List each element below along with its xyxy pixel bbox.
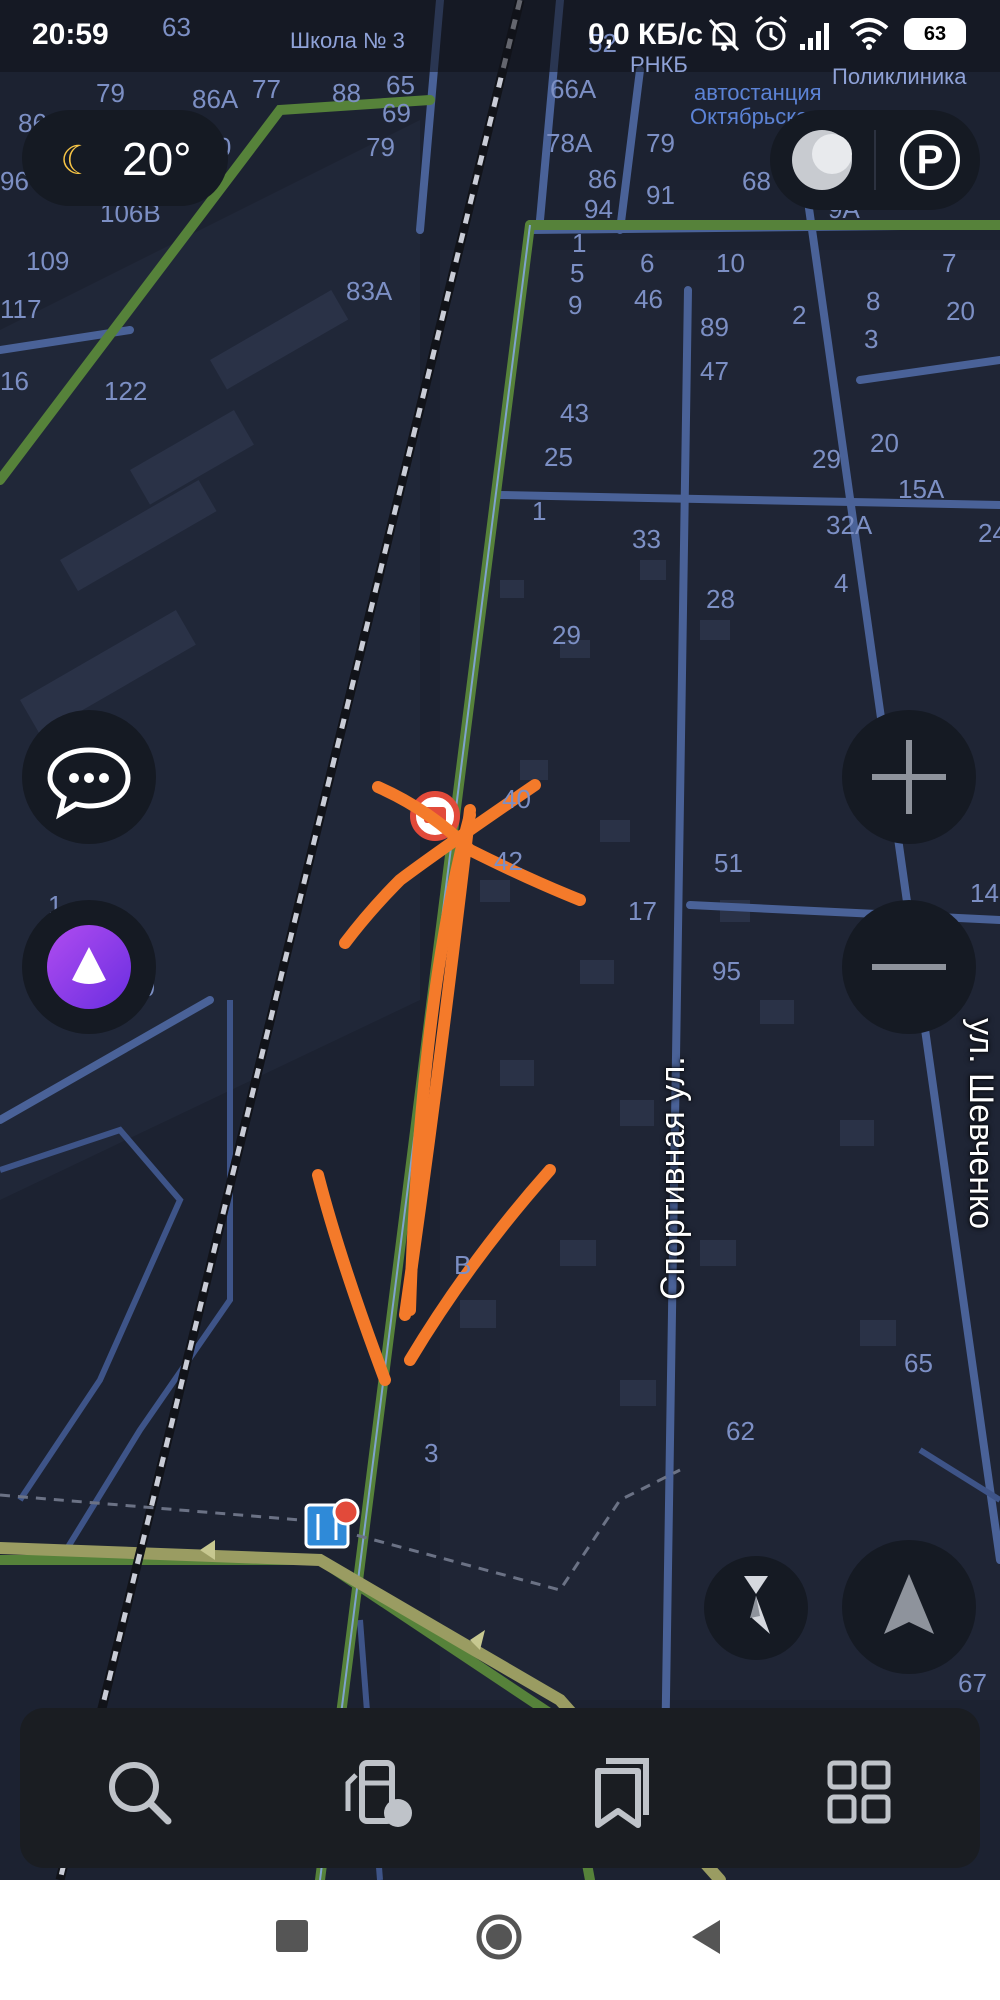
parking-button[interactable]: P [894, 124, 966, 196]
house-number: 79 [96, 78, 125, 108]
compass-button[interactable] [704, 1556, 808, 1660]
search-icon [109, 1762, 172, 1825]
bottom-toolbar [20, 1708, 980, 1868]
bookmarks-button[interactable] [580, 1753, 660, 1833]
house-number: 3 [864, 324, 879, 354]
house-number: 68 [742, 166, 771, 196]
house-number: 8 [866, 286, 881, 316]
house-number: 95 [712, 956, 741, 986]
house-number: 32А [826, 510, 873, 540]
house-number: 28 [706, 584, 735, 614]
menu-button[interactable] [820, 1753, 900, 1833]
temperature: 20° [122, 133, 192, 185]
street-name: Спортивная ул. [654, 1056, 692, 1300]
fuel-icon [345, 1760, 412, 1827]
search-button[interactable] [100, 1753, 180, 1833]
house-number: 78А [546, 128, 593, 158]
zoom-in-button[interactable] [842, 710, 976, 844]
house-number: 24 [978, 518, 1000, 548]
house-number: 122 [104, 376, 148, 406]
house-number: 65 [904, 1348, 933, 1378]
house-number: 46 [634, 284, 663, 314]
recents-icon[interactable] [276, 1920, 308, 1952]
zoom-out-button[interactable] [842, 900, 976, 1034]
house-number: 20 [870, 428, 899, 458]
house-number: 86 [588, 164, 617, 194]
home-icon[interactable] [474, 1912, 524, 1962]
house-number: 7 [942, 248, 957, 278]
house-number: 10 [716, 248, 745, 278]
poi-label: автостанция [694, 80, 822, 105]
house-number: 25 [544, 442, 573, 472]
house-number: 94 [584, 194, 613, 224]
voice-assistant-button[interactable] [22, 900, 156, 1034]
map-layers-panel: P [770, 110, 980, 210]
menu-grid-icon [827, 1760, 891, 1824]
status-time: 20:59 [32, 18, 109, 51]
house-number: 79 [366, 132, 395, 162]
house-number: 17 [628, 896, 657, 926]
chat-bubble-icon [47, 747, 131, 820]
house-number: 6 [640, 248, 655, 278]
minus-icon [872, 964, 946, 970]
wifi-icon [849, 18, 889, 50]
house-number: 1 [532, 496, 547, 526]
moon-icon: ☾ [60, 139, 96, 183]
house-number: 1 [572, 228, 587, 258]
house-number: 69 [382, 98, 411, 128]
fuel-button[interactable] [340, 1753, 420, 1833]
house-number: 29 [812, 444, 841, 474]
house-number: 91 [646, 180, 675, 210]
house-number: 83А [346, 276, 393, 306]
house-number: 29 [552, 620, 581, 650]
network-speed: 0,0 КБ/с [588, 18, 703, 51]
house-number: 33 [632, 524, 661, 554]
voice-assistant-icon [47, 925, 131, 1009]
compass-icon [744, 1576, 770, 1634]
chat-button[interactable] [22, 710, 156, 844]
house-number: 109 [26, 246, 70, 276]
house-number: 43 [560, 398, 589, 428]
alarm-icon [755, 15, 787, 51]
parking-label: P [916, 138, 944, 182]
house-number: 86А [192, 84, 239, 114]
battery-level: 63 [923, 23, 947, 45]
house-number: 62 [726, 1416, 755, 1446]
back-icon[interactable] [686, 1916, 726, 1958]
house-number: 117 [0, 294, 42, 324]
house-number: 3 [424, 1438, 439, 1468]
house-number: 42 [494, 846, 523, 876]
house-number: 5 [570, 258, 585, 288]
divider [874, 130, 876, 190]
my-location-button[interactable] [842, 1540, 976, 1674]
house-number: 89 [700, 312, 729, 342]
house-number: 77 [252, 74, 281, 104]
bell-off-icon [708, 18, 740, 52]
bookmarks-icon [595, 1758, 649, 1828]
house-number: В [454, 1250, 472, 1280]
plus-icon [872, 740, 946, 814]
layers-button[interactable] [788, 124, 860, 196]
battery-icon: 63 [904, 18, 966, 50]
house-number: 79 [646, 128, 675, 158]
signal-icon [800, 23, 829, 50]
house-number: 88 [332, 78, 361, 108]
house-number: 15А [898, 474, 945, 504]
house-number: 9 [568, 290, 583, 320]
status-bar: 20:59 0,0 КБ/с 63 [0, 0, 1000, 72]
navigation-arrow-icon [884, 1574, 934, 1634]
house-number: 40 [502, 784, 531, 814]
house-number: 51 [714, 848, 743, 878]
house-number: 66А [550, 74, 597, 104]
house-number: 20 [946, 296, 975, 326]
house-number: 2 [792, 300, 807, 330]
weather-widget[interactable]: ☾ 20° [22, 110, 228, 206]
system-navigation-bar [0, 1880, 1000, 2000]
house-number: 65 [386, 70, 415, 100]
house-number: 16 [0, 366, 29, 396]
house-number: 47 [700, 356, 729, 386]
house-number: 4 [834, 568, 849, 598]
street-name: ул. Шевченко [962, 1018, 1000, 1230]
layers-icon [792, 130, 852, 190]
